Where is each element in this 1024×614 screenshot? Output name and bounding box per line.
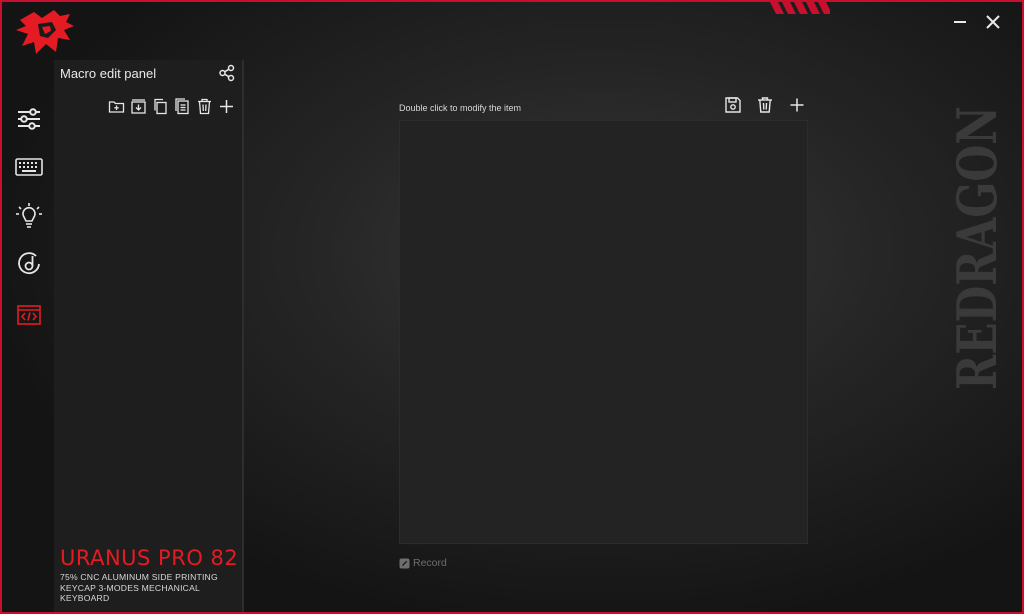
record-button[interactable]: Record [399,557,447,569]
product-name: URANUS PRO 82 [60,546,239,570]
macro-edit-panel: Macro edit panel URANUS PRO 82 75% CNC A… [54,60,244,612]
share-icon[interactable] [218,64,236,82]
header-stripes [770,2,830,14]
app-window: Macro edit panel URANUS PRO 82 75% CNC A… [0,0,1024,614]
record-icon [399,558,410,568]
macro-code-icon[interactable] [14,300,44,330]
panel-title: Macro edit panel [60,66,157,81]
music-disc-icon[interactable] [14,250,44,280]
record-label: Record [413,557,447,569]
redragon-logo [16,10,74,54]
copy-icon[interactable] [152,98,169,115]
delete-icon[interactable] [196,98,213,115]
watermark-text: REDRAGON [948,106,1008,390]
product-description: 75% CNC ALUMINUM SIDE PRINTING KEYCAP 3-… [60,572,244,604]
import-icon[interactable] [130,98,147,115]
close-icon[interactable] [981,10,1005,34]
sliders-icon[interactable] [14,104,44,134]
new-folder-icon[interactable] [108,98,125,115]
minimize-icon[interactable] [948,10,972,34]
sidebar [4,60,54,612]
macro-toolbar [108,98,235,116]
save-icon[interactable] [724,96,742,114]
editor-delete-icon[interactable] [756,96,774,114]
product-desc-line1: 75% CNC ALUMINUM SIDE PRINTING [60,572,218,582]
title-bar [2,2,1022,60]
brand-watermark: REDRAGON [948,106,1008,390]
paste-icon[interactable] [174,98,191,115]
editor-add-icon[interactable] [788,96,806,114]
macro-step-list[interactable] [399,120,808,544]
product-desc-line2: KEYCAP 3-MODES MECHANICAL KEYBOARD [60,582,200,604]
editor-toolbar [724,96,806,114]
add-icon[interactable] [218,98,235,115]
keyboard-icon[interactable] [14,152,44,182]
lightbulb-icon[interactable] [14,201,44,231]
editor-hint: Double click to modify the item [399,103,522,113]
